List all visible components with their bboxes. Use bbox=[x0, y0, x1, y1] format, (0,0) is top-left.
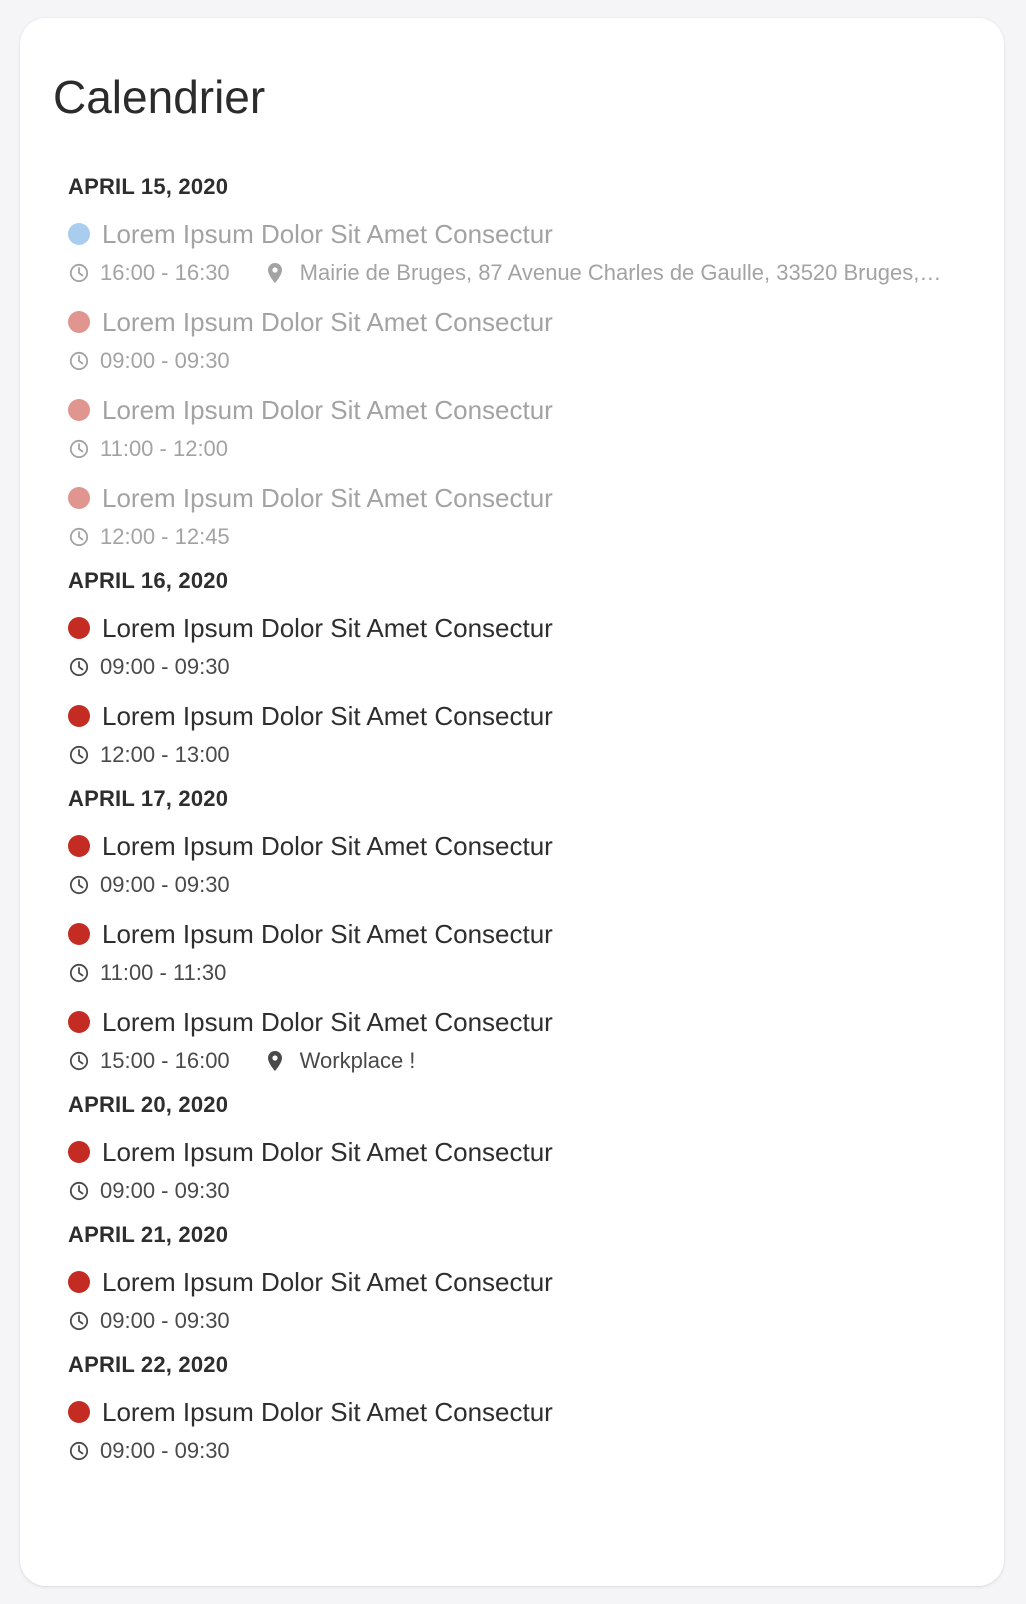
event-time: 09:00 - 09:30 bbox=[100, 654, 230, 679]
clock-icon bbox=[68, 526, 90, 548]
clock-icon bbox=[68, 744, 90, 766]
event-list: APRIL 15, 2020 Lorem Ipsum Dolor Sit Amet… bbox=[68, 172, 968, 1480]
event-status-dot bbox=[68, 1271, 90, 1293]
event-status-dot bbox=[68, 1401, 90, 1423]
event-time: 09:00 - 09:30 bbox=[100, 1178, 230, 1203]
event-status-dot bbox=[68, 487, 90, 509]
clock-icon bbox=[68, 874, 90, 896]
day-heading: APRIL 21, 2020 bbox=[68, 1222, 229, 1247]
page-title: Calendrier bbox=[53, 71, 266, 123]
event-location: Workplace ! bbox=[299, 1048, 416, 1073]
event-time: 11:00 - 11:30 bbox=[100, 960, 227, 985]
day-group: APRIL 21, 2020 Lorem Ipsum Dolor Sit Amet… bbox=[68, 1220, 968, 1350]
day-heading: APRIL 16, 2020 bbox=[68, 568, 229, 593]
event-item[interactable]: Lorem Ipsum Dolor Sit Amet Consectur 16:0… bbox=[68, 214, 968, 302]
event-time: 12:00 - 13:00 bbox=[100, 742, 230, 767]
event-item[interactable]: Lorem Ipsum Dolor Sit Amet Consectur 09:0… bbox=[68, 826, 968, 914]
event-time: 16:00 - 16:30 bbox=[100, 260, 230, 285]
location-pin-icon bbox=[264, 1050, 286, 1072]
calendar-card: Calendrier APRIL 15, 2020 Lorem Ipsum Dol… bbox=[20, 18, 1004, 1586]
day-group: APRIL 20, 2020 Lorem Ipsum Dolor Sit Amet… bbox=[68, 1090, 968, 1220]
event-item[interactable]: Lorem Ipsum Dolor Sit Amet Consectur 12:0… bbox=[68, 478, 968, 566]
event-item[interactable]: Lorem Ipsum Dolor Sit Amet Consectur 09:0… bbox=[68, 608, 968, 696]
clock-icon bbox=[68, 962, 90, 984]
event-item[interactable]: Lorem Ipsum Dolor Sit Amet Consectur 09:0… bbox=[68, 1132, 968, 1220]
event-item[interactable]: Lorem Ipsum Dolor Sit Amet Consectur 15:0… bbox=[68, 1002, 968, 1090]
event-status-dot bbox=[68, 1141, 90, 1163]
day-group: APRIL 15, 2020 Lorem Ipsum Dolor Sit Amet… bbox=[68, 172, 968, 566]
clock-icon bbox=[68, 1050, 90, 1072]
day-heading: APRIL 20, 2020 bbox=[68, 1092, 229, 1117]
event-item[interactable]: Lorem Ipsum Dolor Sit Amet Consectur 11:0… bbox=[68, 390, 968, 478]
event-title: Lorem Ipsum Dolor Sit Amet Consectur bbox=[102, 701, 553, 731]
event-title: Lorem Ipsum Dolor Sit Amet Consectur bbox=[102, 483, 553, 513]
clock-icon bbox=[68, 1180, 90, 1202]
event-title: Lorem Ipsum Dolor Sit Amet Consectur bbox=[102, 1007, 553, 1037]
clock-icon bbox=[68, 438, 90, 460]
location-pin-icon bbox=[264, 262, 286, 284]
day-group: APRIL 22, 2020 Lorem Ipsum Dolor Sit Amet… bbox=[68, 1350, 968, 1480]
event-title: Lorem Ipsum Dolor Sit Amet Consectur bbox=[102, 1137, 553, 1167]
event-title: Lorem Ipsum Dolor Sit Amet Consectur bbox=[102, 1267, 553, 1297]
event-time: 15:00 - 16:00 bbox=[100, 1048, 230, 1073]
clock-icon bbox=[68, 656, 90, 678]
event-item[interactable]: Lorem Ipsum Dolor Sit Amet Consectur 09:0… bbox=[68, 1262, 968, 1350]
day-group: APRIL 17, 2020 Lorem Ipsum Dolor Sit Amet… bbox=[68, 784, 968, 1090]
event-status-dot bbox=[68, 1011, 90, 1033]
day-heading: APRIL 15, 2020 bbox=[68, 174, 229, 199]
event-time: 09:00 - 09:30 bbox=[100, 1308, 230, 1333]
event-time: 09:00 - 09:30 bbox=[100, 348, 230, 373]
event-item[interactable]: Lorem Ipsum Dolor Sit Amet Consectur 09:0… bbox=[68, 302, 968, 390]
event-title: Lorem Ipsum Dolor Sit Amet Consectur bbox=[102, 219, 553, 249]
event-status-dot bbox=[68, 617, 90, 639]
event-time: 12:00 - 12:45 bbox=[100, 524, 230, 549]
event-location: Mairie de Bruges, 87 Avenue Charles de G… bbox=[299, 260, 944, 285]
clock-icon bbox=[68, 1310, 90, 1332]
event-item[interactable]: Lorem Ipsum Dolor Sit Amet Consectur 11:0… bbox=[68, 914, 968, 1002]
event-status-dot bbox=[68, 223, 90, 245]
clock-icon bbox=[68, 1440, 90, 1462]
event-item[interactable]: Lorem Ipsum Dolor Sit Amet Consectur 12:0… bbox=[68, 696, 968, 784]
event-item[interactable]: Lorem Ipsum Dolor Sit Amet Consectur 09:0… bbox=[68, 1392, 968, 1480]
event-time: 11:00 - 12:00 bbox=[100, 436, 229, 461]
event-title: Lorem Ipsum Dolor Sit Amet Consectur bbox=[102, 307, 553, 337]
event-title: Lorem Ipsum Dolor Sit Amet Consectur bbox=[102, 919, 553, 949]
event-title: Lorem Ipsum Dolor Sit Amet Consectur bbox=[102, 395, 553, 425]
clock-icon bbox=[68, 262, 90, 284]
day-heading: APRIL 17, 2020 bbox=[68, 786, 229, 811]
event-title: Lorem Ipsum Dolor Sit Amet Consectur bbox=[102, 613, 553, 643]
event-status-dot bbox=[68, 399, 90, 421]
day-heading: APRIL 22, 2020 bbox=[68, 1352, 229, 1377]
event-title: Lorem Ipsum Dolor Sit Amet Consectur bbox=[102, 831, 553, 861]
event-title: Lorem Ipsum Dolor Sit Amet Consectur bbox=[102, 1397, 553, 1427]
clock-icon bbox=[68, 350, 90, 372]
day-group: APRIL 16, 2020 Lorem Ipsum Dolor Sit Amet… bbox=[68, 566, 968, 784]
event-status-dot bbox=[68, 835, 90, 857]
event-time: 09:00 - 09:30 bbox=[100, 1438, 230, 1463]
event-time: 09:00 - 09:30 bbox=[100, 872, 230, 897]
event-status-dot bbox=[68, 705, 90, 727]
event-status-dot bbox=[68, 311, 90, 333]
event-status-dot bbox=[68, 923, 90, 945]
